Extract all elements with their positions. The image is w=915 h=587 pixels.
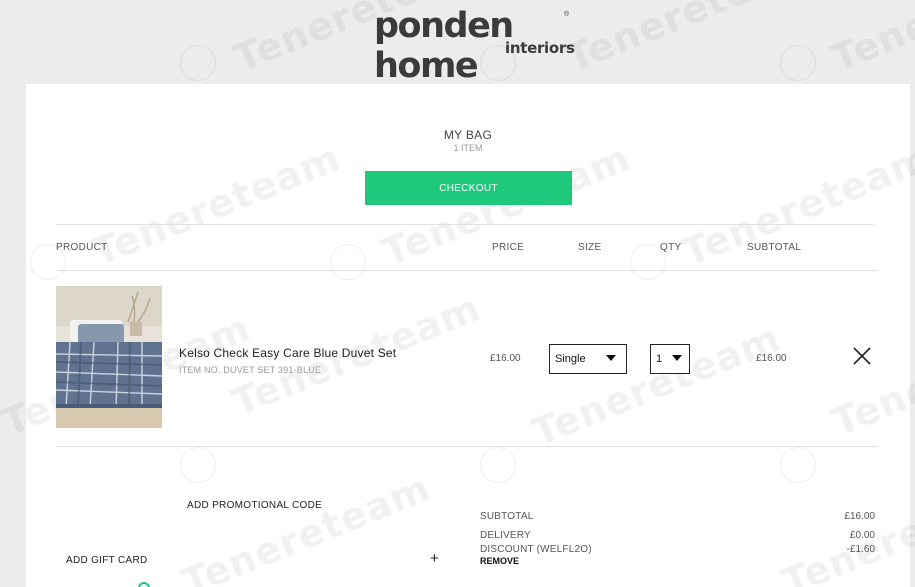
watermark: Tenereteam bbox=[560, 0, 821, 81]
column-header-size: SIZE bbox=[578, 242, 602, 253]
watermark: Tenereteam bbox=[526, 315, 787, 455]
column-header-subtotal: SUBTOTAL bbox=[747, 242, 802, 253]
divider bbox=[56, 446, 878, 447]
plus-icon[interactable]: + bbox=[430, 550, 439, 567]
watermark: Tenereteam bbox=[776, 465, 915, 587]
watermark-logo bbox=[330, 244, 366, 280]
checkout-button[interactable]: CHECKOUT bbox=[365, 171, 572, 205]
column-header-qty: QTY bbox=[660, 242, 682, 253]
watermark: Tenereteam bbox=[825, 0, 915, 81]
duvet-product-photo bbox=[56, 286, 162, 428]
divider bbox=[56, 270, 878, 271]
status-indicator bbox=[138, 582, 150, 587]
item-price: £16.00 bbox=[490, 353, 521, 364]
bag-title: MY BAG bbox=[443, 128, 493, 142]
registered-mark: ® bbox=[564, 11, 570, 18]
product-name[interactable]: Kelso Check Easy Care Blue Duvet Set bbox=[179, 346, 396, 360]
watermark: Tenereteam bbox=[176, 465, 437, 587]
watermark-logo bbox=[780, 447, 816, 483]
summary-subtotal-value: £16.00 bbox=[844, 511, 875, 522]
bag-panel: Tenereteam Tenereteam Tenereteam Teneret… bbox=[0, 84, 915, 587]
size-select[interactable]: Single bbox=[549, 344, 627, 374]
caret-down-icon bbox=[606, 355, 616, 361]
summary-delivery-label: DELIVERY bbox=[480, 530, 531, 541]
qty-select-value: 1 bbox=[656, 353, 663, 365]
add-gift-card-link[interactable]: ADD GIFT CARD bbox=[66, 555, 148, 566]
product-item-number: ITEM NO. DUVET SET 391-BLUE bbox=[179, 365, 322, 375]
bag-item-count: 1 ITEM bbox=[453, 143, 483, 153]
summary-subtotal-label: SUBTOTAL bbox=[480, 511, 534, 522]
brand-logo[interactable]: ponden home ® interiors bbox=[374, 6, 575, 86]
divider bbox=[56, 224, 874, 225]
remove-discount-link[interactable]: REMOVE bbox=[480, 556, 519, 566]
column-header-price: PRICE bbox=[492, 242, 525, 253]
close-icon[interactable] bbox=[852, 346, 872, 366]
qty-select[interactable]: 1 bbox=[650, 344, 690, 374]
watermark: Tenereteam bbox=[376, 135, 637, 275]
watermark-logo bbox=[480, 447, 516, 483]
column-header-product: PRODUCT bbox=[56, 242, 108, 253]
size-select-value: Single bbox=[555, 353, 586, 365]
add-promo-code-link[interactable]: ADD PROMOTIONAL CODE bbox=[187, 500, 322, 511]
caret-down-icon bbox=[672, 355, 682, 361]
watermark: Tenereteam bbox=[826, 305, 915, 445]
watermark-logo bbox=[180, 447, 216, 483]
summary-discount-value: -£1.60 bbox=[846, 544, 875, 555]
watermark: Tenereteam bbox=[676, 135, 915, 275]
brand-subname: interiors bbox=[505, 39, 575, 57]
summary-discount-label: DISCOUNT (WELFL2O) bbox=[480, 544, 592, 555]
watermark-logo bbox=[180, 45, 216, 81]
watermark-logo bbox=[780, 45, 816, 81]
item-subtotal: £16.00 bbox=[756, 353, 787, 364]
product-image[interactable] bbox=[56, 286, 162, 428]
watermark: Tenereteam bbox=[86, 135, 347, 275]
summary-delivery-value: £0.00 bbox=[849, 530, 875, 541]
